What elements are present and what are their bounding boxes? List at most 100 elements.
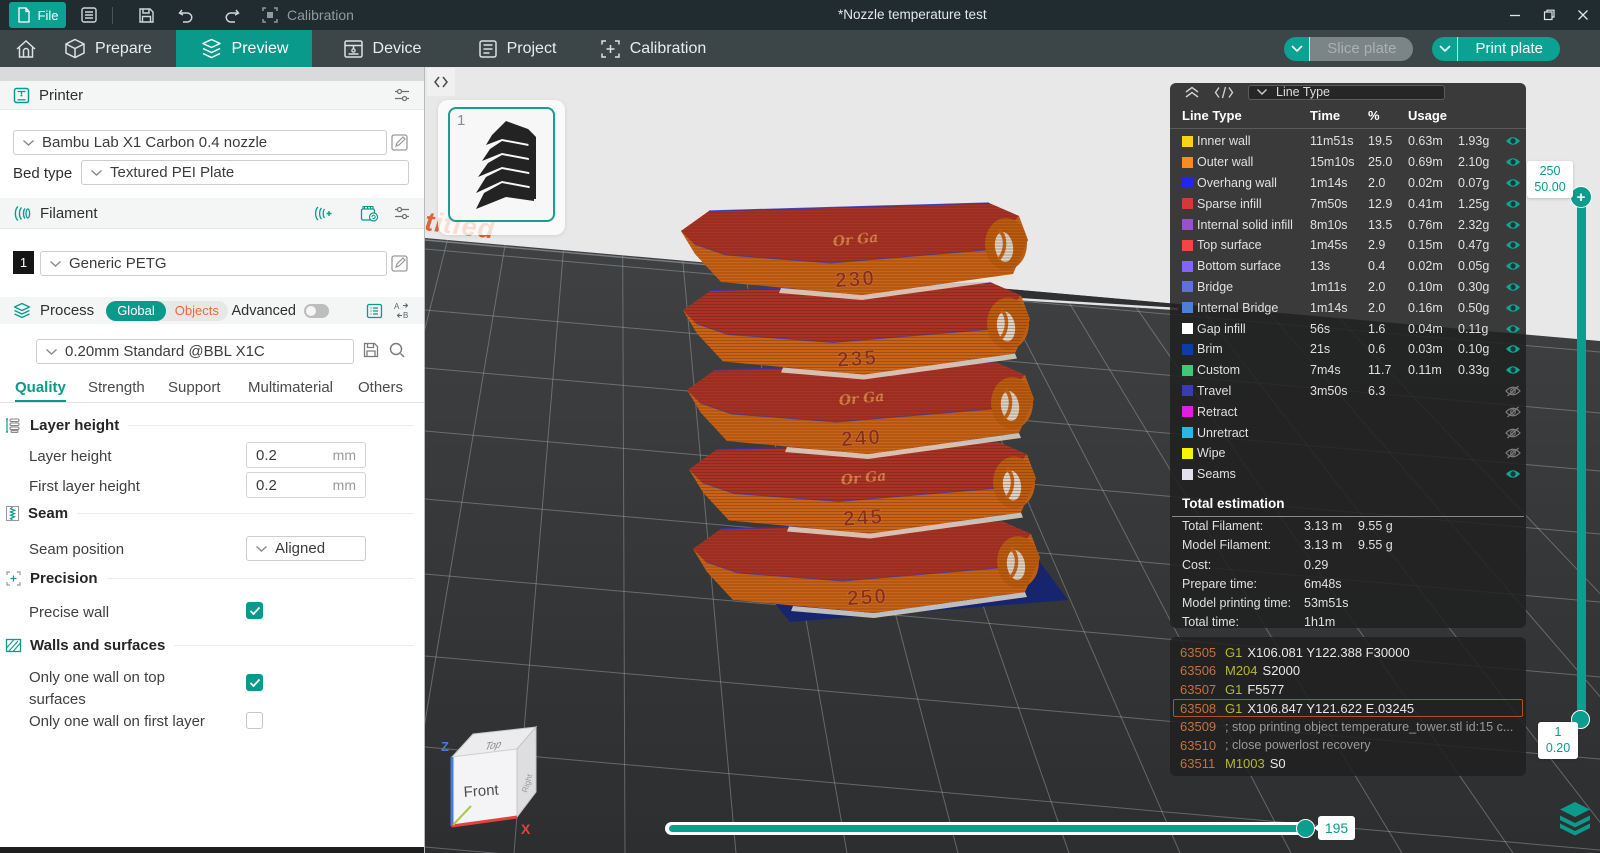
visibility-toggle[interactable] <box>1500 468 1526 480</box>
tab-prepare[interactable]: Prepare <box>58 30 158 67</box>
layer-slider-top-handle[interactable]: + <box>1570 186 1592 208</box>
visibility-toggle[interactable] <box>1500 156 1526 168</box>
tab-project[interactable]: Project <box>462 30 572 67</box>
global-option[interactable]: Global <box>106 300 166 321</box>
legend-row[interactable]: Gap infill 56s 1.6 0.04m 0.11g <box>1170 318 1526 339</box>
legend-row[interactable]: Seams <box>1170 464 1526 485</box>
undo-button[interactable] <box>173 2 199 28</box>
cube-front-label[interactable]: Front <box>463 782 500 801</box>
filament-dropdown[interactable]: Generic PETG <box>40 251 387 276</box>
search-settings-button[interactable] <box>388 341 406 359</box>
legend-row[interactable]: Bottom surface 13s 0.4 0.02m 0.05g <box>1170 256 1526 277</box>
calibration-toolbar-button[interactable]: Calibration <box>261 6 354 24</box>
minimize-button[interactable] <box>1498 0 1532 30</box>
global-objects-switch[interactable]: Global Objects <box>106 300 228 321</box>
legend-row[interactable]: Brim 21s 0.6 0.03m 0.10g <box>1170 339 1526 360</box>
visibility-toggle[interactable] <box>1500 364 1526 376</box>
visibility-toggle[interactable] <box>1500 135 1526 147</box>
gcode-line[interactable]: 63505 G1 X106.081 Y122.388 F30000 <box>1170 643 1526 662</box>
one-wall-top-checkbox[interactable] <box>246 674 263 691</box>
redo-button[interactable] <box>219 2 245 28</box>
gcode-line[interactable]: 63510 ; close powerlost recovery <box>1170 736 1526 755</box>
slice-dropdown-arrow[interactable] <box>1284 36 1311 61</box>
gcode-view-icon[interactable] <box>1214 86 1234 99</box>
close-button[interactable] <box>1566 0 1600 30</box>
move-slider[interactable] <box>665 822 1313 835</box>
visibility-toggle[interactable] <box>1500 281 1526 293</box>
plate-thumbnail-card[interactable]: 1 <box>438 100 565 235</box>
legend-row[interactable]: Internal solid infill 8m10s 13.5 0.76m 2… <box>1170 214 1526 235</box>
visibility-toggle[interactable] <box>1500 323 1526 335</box>
compare-presets-button[interactable]: AB <box>394 302 411 319</box>
process-list-button[interactable] <box>366 303 383 319</box>
file-menu-button[interactable]: File <box>9 2 66 28</box>
legend-row[interactable]: Top surface 1m45s 2.9 0.15m 0.47g <box>1170 235 1526 256</box>
seam-position-dropdown[interactable]: Aligned <box>246 536 366 561</box>
gcode-line[interactable]: 63509 ; stop printing object temperature… <box>1170 717 1526 736</box>
tab-device[interactable]: Device <box>330 30 434 67</box>
legend-row[interactable]: Retract <box>1170 401 1526 422</box>
collapse-panel-icon[interactable] <box>1184 85 1200 99</box>
visibility-toggle[interactable] <box>1500 302 1526 314</box>
gcode-line[interactable]: 63511 M1003 S0 <box>1170 755 1526 774</box>
save-preset-button[interactable] <box>362 341 380 359</box>
add-filament-button[interactable] <box>313 205 332 222</box>
legend-row[interactable]: Outer wall 15m10s 25.0 0.69m 2.10g <box>1170 152 1526 173</box>
tab-calibration[interactable]: Calibration <box>588 30 718 67</box>
legend-row[interactable]: Overhang wall 1m14s 2.0 0.02m 0.07g <box>1170 173 1526 194</box>
visibility-toggle[interactable] <box>1500 427 1526 439</box>
one-wall-first-layer-checkbox[interactable] <box>246 712 263 729</box>
tab-preview[interactable]: Preview <box>176 30 312 67</box>
visibility-toggle[interactable] <box>1500 239 1526 251</box>
bed-type-dropdown[interactable]: Textured PEI Plate <box>81 160 409 185</box>
legend-row[interactable]: Custom 7m4s 11.7 0.11m 0.33g <box>1170 360 1526 381</box>
layer-range-slider[interactable] <box>1577 195 1586 719</box>
save-button[interactable] <box>133 2 159 28</box>
legend-row[interactable]: Sparse infill 7m50s 12.9 0.41m 1.25g <box>1170 193 1526 214</box>
visibility-toggle[interactable] <box>1500 385 1526 397</box>
collapse-sidebar-button[interactable] <box>427 68 455 96</box>
maximize-button[interactable] <box>1532 0 1566 30</box>
gcode-line[interactable]: 63507 G1 F5577 <box>1170 680 1526 699</box>
legend-row[interactable]: Internal Bridge 1m14s 2.0 0.16m 0.50g <box>1170 297 1526 318</box>
filament-settings-button[interactable] <box>393 205 411 221</box>
objects-option[interactable]: Objects <box>166 303 228 318</box>
legend-row[interactable]: Wipe <box>1170 443 1526 464</box>
tab-home[interactable] <box>8 30 44 67</box>
view-mode-dropdown[interactable]: Line Type <box>1248 84 1445 100</box>
visibility-toggle[interactable] <box>1500 343 1526 355</box>
filament-slot-number[interactable]: 1 <box>13 251 34 274</box>
legend-row[interactable]: Travel 3m50s 6.3 <box>1170 381 1526 402</box>
print-plate-button[interactable]: Print plate <box>1432 36 1560 61</box>
visibility-toggle[interactable] <box>1500 177 1526 189</box>
gcode-line[interactable]: 63506 M204 S2000 <box>1170 662 1526 681</box>
legend-row[interactable]: Unretract <box>1170 422 1526 443</box>
ams-sync-button[interactable] <box>360 205 380 222</box>
visibility-toggle[interactable] <box>1500 219 1526 231</box>
tab-quality[interactable]: Quality <box>15 379 66 402</box>
main-menu-button[interactable] <box>76 2 102 28</box>
visibility-toggle[interactable] <box>1500 447 1526 459</box>
tab-strength[interactable]: Strength <box>88 379 145 396</box>
edit-filament-button[interactable] <box>390 253 410 273</box>
legend-row[interactable]: Bridge 1m11s 2.0 0.10m 0.30g <box>1170 277 1526 298</box>
visibility-toggle[interactable] <box>1500 406 1526 418</box>
gcode-line[interactable]: 63508 G1 X106.847 Y121.622 E.03245 <box>1170 698 1526 718</box>
advanced-toggle[interactable] <box>304 303 329 318</box>
legend-row[interactable]: Inner wall 11m51s 19.5 0.63m 1.93g <box>1170 131 1526 152</box>
printer-settings-button[interactable] <box>393 87 411 103</box>
print-dropdown-arrow[interactable] <box>1432 36 1459 61</box>
slice-plate-button[interactable]: Slice plate <box>1284 36 1414 61</box>
precise-wall-checkbox[interactable] <box>246 602 263 619</box>
tab-others[interactable]: Others <box>358 379 403 396</box>
printer-model-dropdown[interactable]: Bambu Lab X1 Carbon 0.4 nozzle <box>13 130 387 155</box>
first-layer-height-input[interactable]: 0.2 mm <box>246 472 366 498</box>
edit-printer-button[interactable] <box>390 132 410 152</box>
visibility-toggle[interactable] <box>1500 260 1526 272</box>
move-slider-handle[interactable] <box>1296 819 1315 838</box>
tab-multimaterial[interactable]: Multimaterial <box>248 379 333 396</box>
tab-support[interactable]: Support <box>168 379 221 396</box>
layer-height-input[interactable]: 0.2 mm <box>246 442 366 468</box>
process-preset-dropdown[interactable]: 0.20mm Standard @BBL X1C <box>36 339 354 364</box>
visibility-toggle[interactable] <box>1500 198 1526 210</box>
